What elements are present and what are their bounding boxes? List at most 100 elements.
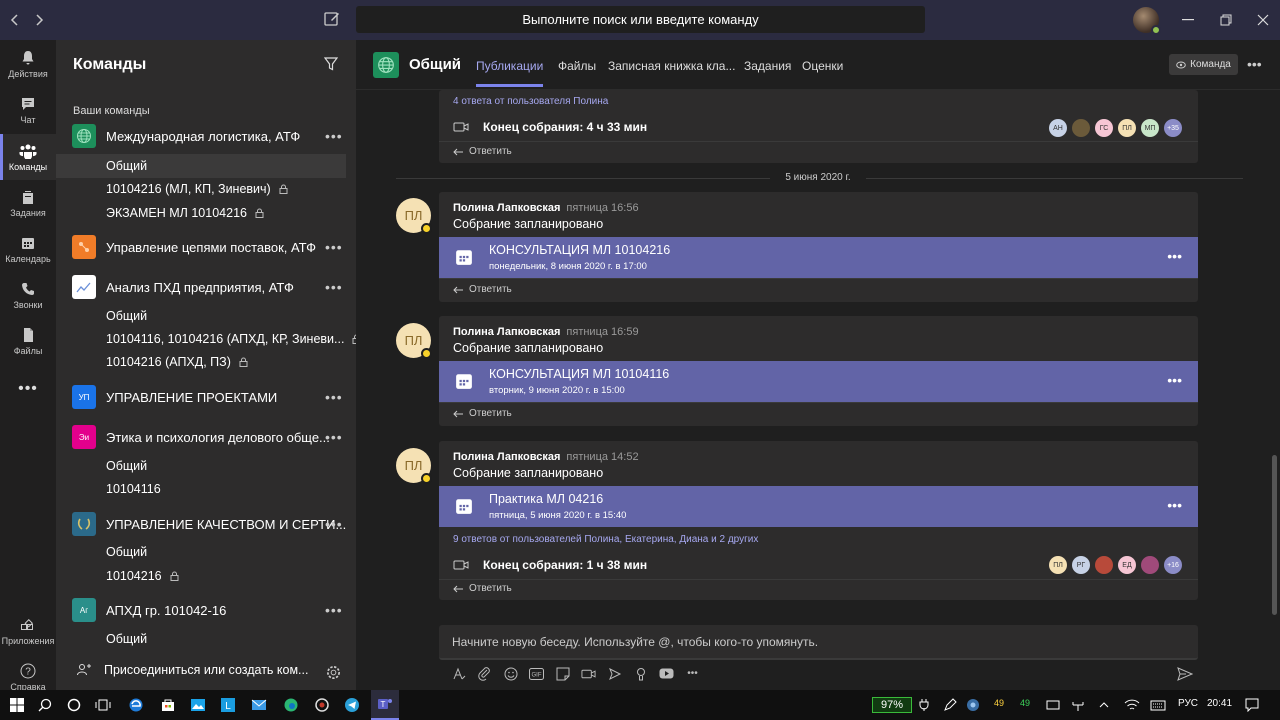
- more-options-icon[interactable]: •••: [325, 602, 343, 618]
- cpu-temp[interactable]: 49: [994, 698, 1004, 708]
- new-chat-icon[interactable]: [323, 10, 343, 30]
- gpu-icon[interactable]: [965, 697, 981, 713]
- replies-link[interactable]: 9 ответов от пользователей Полина, Екате…: [453, 534, 758, 545]
- tab-class-notebook[interactable]: Записная книжка кла...: [608, 59, 735, 73]
- more-options-icon[interactable]: •••: [685, 666, 700, 681]
- cortana-icon[interactable]: [66, 697, 82, 713]
- schedule-icon[interactable]: [607, 666, 622, 681]
- channel-item[interactable]: 10104116, 10104216 (АПХД, КР, Зиневи...: [56, 327, 361, 351]
- emoji-icon[interactable]: [503, 666, 518, 681]
- back-arrow-icon[interactable]: [6, 11, 24, 29]
- browser-icon[interactable]: [314, 697, 330, 713]
- channel-item[interactable]: ЭКЗАМЕН МЛ 10104216: [56, 201, 346, 225]
- meeting-card[interactable]: КОНСУЛЬТАЦИЯ МЛ 10104216 понедельник, 8 …: [439, 237, 1198, 278]
- gear-icon[interactable]: [326, 665, 341, 680]
- rail-assignments[interactable]: Задания: [0, 180, 56, 226]
- attach-icon[interactable]: [477, 666, 492, 681]
- more-options-icon[interactable]: •••: [1167, 372, 1182, 388]
- channel-item[interactable]: Общий: [56, 627, 346, 651]
- mail-icon[interactable]: [251, 697, 267, 713]
- team-item[interactable]: УП УПРАВЛЕНИЕ ПРОЕКТАМИ •••: [56, 385, 356, 410]
- sticker-icon[interactable]: [555, 666, 570, 681]
- meet-now-icon[interactable]: [581, 666, 596, 681]
- tab-grades[interactable]: Оценки: [802, 59, 843, 73]
- language-indicator[interactable]: РУС: [1178, 698, 1198, 709]
- reply-button[interactable]: Ответить: [453, 146, 512, 157]
- more-options-icon[interactable]: •••: [325, 516, 343, 532]
- channel-item[interactable]: Общий: [56, 304, 346, 328]
- replies-link[interactable]: 4 ответа от пользователя Полина: [453, 96, 608, 107]
- close-icon[interactable]: [1253, 10, 1273, 30]
- maximize-icon[interactable]: [1216, 10, 1236, 30]
- channel-item[interactable]: Общий: [56, 540, 346, 564]
- windows-start-icon[interactable]: [9, 697, 25, 713]
- team-item[interactable]: Анализ ПХД предприятия, АТФ •••: [56, 275, 356, 300]
- meeting-ended-row[interactable]: Конец собрания: 4 ч 33 мин: [453, 120, 647, 134]
- more-options-icon[interactable]: •••: [325, 239, 343, 255]
- search-icon[interactable]: [37, 697, 53, 713]
- gpu-temp[interactable]: 49: [1020, 698, 1030, 708]
- minimize-icon[interactable]: [1178, 10, 1198, 30]
- edge-new-icon[interactable]: [283, 697, 299, 713]
- team-item[interactable]: Международная логистика, АТФ •••: [56, 124, 356, 149]
- rail-calendar[interactable]: Календарь: [0, 226, 56, 272]
- reply-button[interactable]: Ответить: [453, 583, 512, 594]
- youtube-icon[interactable]: [659, 666, 674, 681]
- power-plug-icon[interactable]: [916, 697, 932, 713]
- more-options-icon[interactable]: •••: [1167, 497, 1182, 513]
- praise-icon[interactable]: [633, 666, 648, 681]
- participant-overflow[interactable]: +16: [1164, 556, 1182, 574]
- channel-item[interactable]: 10104216 (АПХД, ПЗ): [56, 350, 346, 374]
- teams-taskbar-icon[interactable]: T: [371, 690, 399, 720]
- gif-icon[interactable]: GIF: [529, 666, 544, 681]
- meeting-card[interactable]: Практика МЛ 04216 пятница, 5 июня 2020 г…: [439, 486, 1198, 527]
- more-options-icon[interactable]: •••: [325, 279, 343, 295]
- channel-item[interactable]: Общий: [56, 454, 346, 478]
- keyboard-icon[interactable]: [1150, 697, 1166, 713]
- meeting-card[interactable]: КОНСУЛЬТАЦИЯ МЛ 10104116 вторник, 9 июня…: [439, 361, 1198, 402]
- tab-files[interactable]: Файлы: [558, 59, 596, 73]
- more-options-icon[interactable]: •••: [325, 128, 343, 144]
- store-icon[interactable]: [160, 697, 176, 713]
- team-button[interactable]: Команда: [1169, 54, 1238, 75]
- team-item[interactable]: Управление цепями поставок, АТФ •••: [56, 235, 356, 260]
- task-view-icon[interactable]: [95, 697, 111, 713]
- photos-icon[interactable]: [190, 697, 206, 713]
- rail-calls[interactable]: Звонки: [0, 272, 56, 318]
- rail-more[interactable]: •••: [0, 366, 56, 412]
- search-input[interactable]: Выполните поиск или введите команду: [356, 6, 925, 33]
- user-avatar[interactable]: [1133, 7, 1161, 35]
- channel-item[interactable]: 10104216 (МЛ, КП, Зиневич): [56, 177, 346, 201]
- forward-arrow-icon[interactable]: [30, 11, 48, 29]
- more-options-icon[interactable]: •••: [325, 429, 343, 445]
- clock[interactable]: 20:41: [1207, 698, 1232, 709]
- network-icon[interactable]: [1070, 697, 1086, 713]
- battery-indicator[interactable]: 97%: [872, 697, 912, 713]
- tab-assignments[interactable]: Задания: [744, 59, 791, 73]
- chevron-up-icon[interactable]: [1096, 697, 1112, 713]
- filter-icon[interactable]: [324, 57, 338, 71]
- rail-files[interactable]: Файлы: [0, 318, 56, 364]
- reply-button[interactable]: Ответить: [453, 284, 512, 295]
- send-icon[interactable]: [1177, 667, 1193, 681]
- author-avatar[interactable]: ПЛ: [396, 198, 432, 234]
- rail-activity[interactable]: Действия: [0, 41, 56, 87]
- app-l-icon[interactable]: L: [220, 697, 236, 713]
- author-avatar[interactable]: ПЛ: [396, 448, 432, 484]
- more-options-icon[interactable]: •••: [1247, 56, 1262, 72]
- more-options-icon[interactable]: •••: [1167, 248, 1182, 264]
- tab-posts[interactable]: Публикации: [476, 59, 544, 87]
- team-item[interactable]: УПРАВЛЕНИЕ КАЧЕСТВОМ И СЕРТИ... •••: [56, 512, 356, 537]
- author-avatar[interactable]: ПЛ: [396, 323, 432, 359]
- rail-apps[interactable]: Приложения: [0, 608, 56, 654]
- channel-item[interactable]: 10104216: [56, 564, 346, 588]
- team-item[interactable]: Аг АПХД гр. 101042-16 •••: [56, 598, 356, 623]
- new-conversation-input[interactable]: Начните новую беседу. Используйте @, что…: [439, 625, 1198, 660]
- channel-item[interactable]: 10104116: [56, 477, 346, 501]
- wifi-icon[interactable]: [1124, 697, 1140, 713]
- telegram-icon[interactable]: [344, 697, 360, 713]
- pen-icon[interactable]: [942, 697, 958, 713]
- rail-chat[interactable]: Чат: [0, 87, 56, 133]
- more-options-icon[interactable]: •••: [325, 389, 343, 405]
- team-item[interactable]: Эи Этика и психология делового обще... •…: [56, 425, 356, 450]
